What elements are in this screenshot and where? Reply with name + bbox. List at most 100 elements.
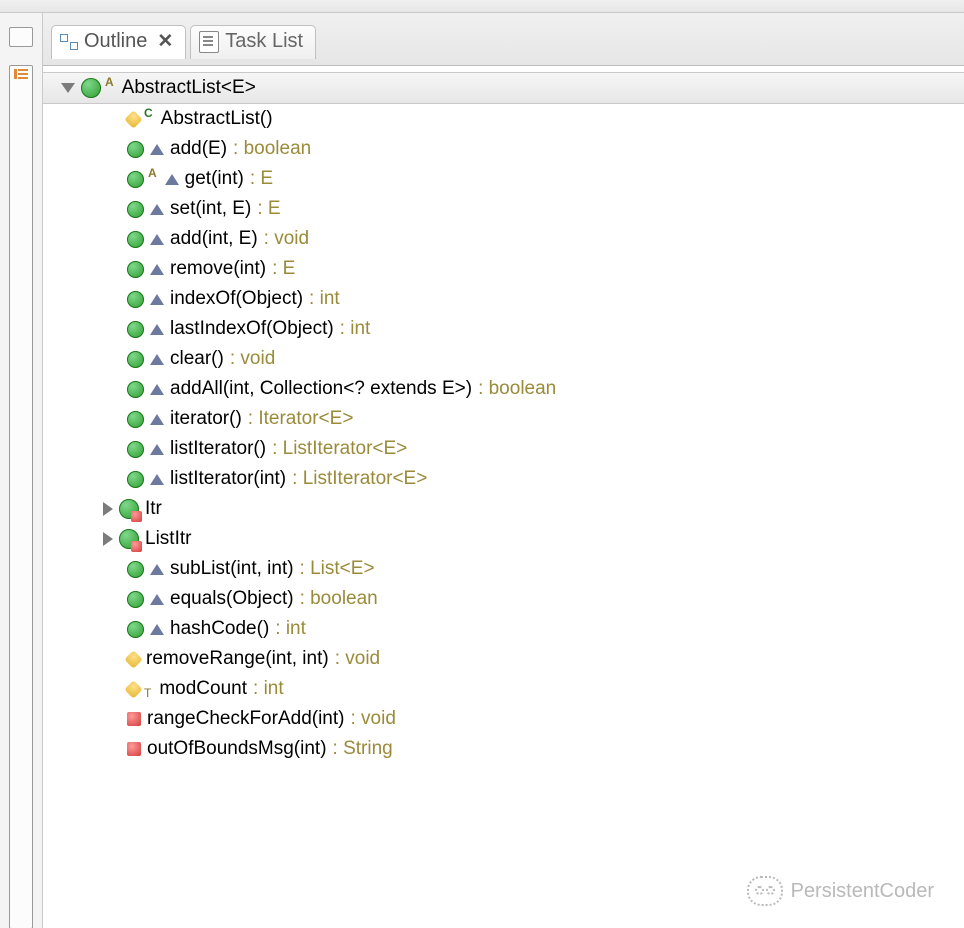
field-protected-icon bbox=[124, 680, 142, 698]
tree-item[interactable]: hashCode() : int bbox=[43, 614, 964, 644]
tasklist-icon bbox=[199, 31, 219, 53]
tree-item[interactable]: equals(Object) : boolean bbox=[43, 584, 964, 614]
member-return-type: : E bbox=[250, 168, 273, 190]
tree-item[interactable]: lastIndexOf(Object) : int bbox=[43, 314, 964, 344]
root-label: AbstractList<E> bbox=[122, 77, 256, 99]
member-signature: indexOf(Object) bbox=[170, 288, 303, 310]
member-return-type: : E bbox=[257, 198, 280, 220]
member-return-type: : E bbox=[272, 258, 295, 280]
member-signature: ListItr bbox=[145, 528, 191, 550]
main-panel: Outline ✕ Task List A AbstractList<E> CA… bbox=[43, 13, 964, 928]
twisty-closed-icon[interactable] bbox=[103, 502, 113, 516]
tree-item[interactable]: Itr bbox=[43, 494, 964, 524]
override-marker-icon bbox=[150, 234, 164, 245]
member-signature: set(int, E) bbox=[170, 198, 251, 220]
twisty-open-icon[interactable] bbox=[61, 83, 75, 93]
tab-outline-label: Outline bbox=[84, 30, 147, 53]
tree-item[interactable]: listIterator(int) : ListIterator<E> bbox=[43, 464, 964, 494]
wechat-icon bbox=[747, 876, 783, 906]
tree-item[interactable]: add(E) : boolean bbox=[43, 134, 964, 164]
view-tabbar: Outline ✕ Task List bbox=[43, 13, 964, 66]
method-public-icon bbox=[127, 321, 144, 338]
member-signature: iterator() bbox=[170, 408, 242, 430]
close-icon[interactable]: ✕ bbox=[157, 30, 173, 53]
member-signature: remove(int) bbox=[170, 258, 266, 280]
member-return-type: : int bbox=[309, 288, 340, 310]
method-public-icon bbox=[127, 411, 144, 428]
watermark: PersistentCoder bbox=[747, 876, 934, 906]
method-public-icon bbox=[127, 621, 144, 638]
method-public-icon bbox=[127, 261, 144, 278]
override-marker-icon bbox=[150, 144, 164, 155]
tree-item[interactable]: ListItr bbox=[43, 524, 964, 554]
tree-item[interactable]: removeRange(int, int) : void bbox=[43, 644, 964, 674]
method-private-icon bbox=[127, 712, 141, 726]
override-marker-icon bbox=[165, 174, 179, 185]
method-protected-icon bbox=[124, 650, 142, 668]
tab-tasklist-label: Task List bbox=[225, 30, 303, 53]
class-public-icon bbox=[81, 78, 101, 98]
tree-item[interactable]: clear() : void bbox=[43, 344, 964, 374]
tree-item[interactable]: set(int, E) : E bbox=[43, 194, 964, 224]
workspace: Outline ✕ Task List A AbstractList<E> CA… bbox=[0, 13, 964, 928]
inner-class-icon bbox=[119, 499, 139, 519]
member-return-type: : boolean bbox=[300, 588, 378, 610]
abstract-badge: A bbox=[105, 75, 114, 89]
member-signature: outOfBoundsMsg(int) bbox=[147, 738, 327, 760]
method-public-icon bbox=[127, 441, 144, 458]
tree-item[interactable]: Aget(int) : E bbox=[43, 164, 964, 194]
left-gutter bbox=[0, 13, 43, 928]
override-marker-icon bbox=[150, 294, 164, 305]
tree-item[interactable]: indexOf(Object) : int bbox=[43, 284, 964, 314]
member-return-type: : Iterator<E> bbox=[248, 408, 354, 430]
member-signature: add(int, E) bbox=[170, 228, 258, 250]
member-return-type: : ListIterator<E> bbox=[272, 438, 407, 460]
tree-item[interactable]: remove(int) : E bbox=[43, 254, 964, 284]
tree-item[interactable]: add(int, E) : void bbox=[43, 224, 964, 254]
method-protected-icon bbox=[124, 110, 142, 128]
member-signature: modCount bbox=[159, 678, 247, 700]
outline-icon bbox=[60, 33, 78, 51]
member-return-type: : void bbox=[264, 228, 309, 250]
member-list: CAbstractList()add(E) : booleanAget(int)… bbox=[43, 104, 964, 764]
tab-outline[interactable]: Outline ✕ bbox=[51, 25, 186, 59]
override-marker-icon bbox=[150, 324, 164, 335]
member-return-type: : void bbox=[230, 348, 275, 370]
method-public-icon bbox=[127, 591, 144, 608]
method-public-icon bbox=[127, 381, 144, 398]
tab-tasklist[interactable]: Task List bbox=[190, 25, 316, 59]
member-signature: Itr bbox=[145, 498, 162, 520]
method-public-icon bbox=[127, 171, 144, 188]
member-return-type: : String bbox=[333, 738, 393, 760]
abstract-badge: A bbox=[148, 166, 157, 180]
tree-item[interactable]: rangeCheckForAdd(int) : void bbox=[43, 704, 964, 734]
member-signature: equals(Object) bbox=[170, 588, 294, 610]
override-marker-icon bbox=[150, 414, 164, 425]
gutter-view-icon[interactable] bbox=[9, 27, 33, 47]
top-toolbar bbox=[0, 0, 964, 13]
tree-item[interactable]: iterator() : Iterator<E> bbox=[43, 404, 964, 434]
method-public-icon bbox=[127, 291, 144, 308]
member-signature: subList(int, int) bbox=[170, 558, 294, 580]
tree-item[interactable]: listIterator() : ListIterator<E> bbox=[43, 434, 964, 464]
method-public-icon bbox=[127, 351, 144, 368]
override-marker-icon bbox=[150, 564, 164, 575]
tree-item[interactable]: subList(int, int) : List<E> bbox=[43, 554, 964, 584]
tree-item[interactable]: CAbstractList() bbox=[43, 104, 964, 134]
outline-tree: A AbstractList<E> CAbstractList()add(E) … bbox=[43, 66, 964, 928]
member-return-type: : void bbox=[335, 648, 380, 670]
tree-item[interactable]: addAll(int, Collection<? extends E>) : b… bbox=[43, 374, 964, 404]
override-marker-icon bbox=[150, 474, 164, 485]
member-return-type: : boolean bbox=[233, 138, 311, 160]
watermark-text: PersistentCoder bbox=[791, 880, 934, 903]
member-return-type: : boolean bbox=[478, 378, 556, 400]
method-public-icon bbox=[127, 231, 144, 248]
transient-badge: T bbox=[144, 686, 151, 700]
tree-item[interactable]: outOfBoundsMsg(int) : String bbox=[43, 734, 964, 764]
member-return-type: : int bbox=[253, 678, 284, 700]
twisty-closed-icon[interactable] bbox=[103, 532, 113, 546]
member-signature: clear() bbox=[170, 348, 224, 370]
gutter-tree-icon[interactable] bbox=[9, 65, 33, 928]
tree-root[interactable]: A AbstractList<E> bbox=[43, 72, 964, 104]
tree-item[interactable]: TmodCount : int bbox=[43, 674, 964, 704]
